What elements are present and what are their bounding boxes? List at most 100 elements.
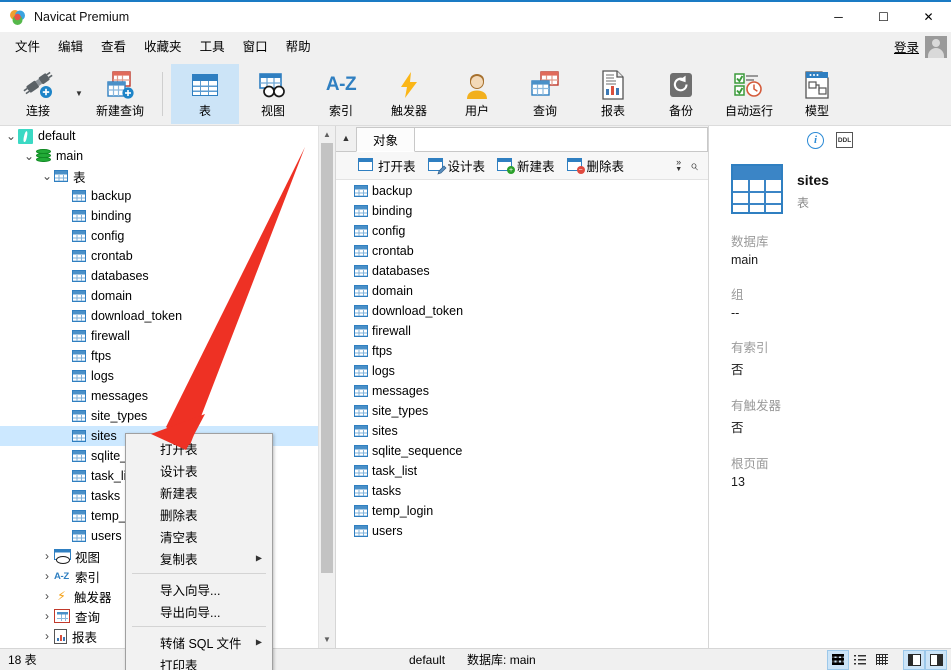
list-item[interactable]: temp_login [336, 501, 708, 521]
chevron-right-icon[interactable]: › [40, 586, 54, 606]
tree-node[interactable]: ⌄ main [0, 146, 318, 166]
scroll-down-arrow[interactable]: ▼ [319, 631, 335, 648]
context-menu-item[interactable]: 复制表 ▶ [126, 547, 272, 569]
list-item[interactable]: backup [336, 181, 708, 201]
toolbar-query[interactable]: 查询 [511, 64, 579, 124]
toolbar-automation[interactable]: 自动运行 [715, 64, 783, 124]
toolbar-view[interactable]: 视图 [239, 64, 307, 124]
list-item[interactable]: sites [336, 421, 708, 441]
tree-node[interactable]: crontab [0, 246, 318, 266]
tree-node[interactable]: download_token [0, 306, 318, 326]
list-item[interactable]: databases [336, 261, 708, 281]
menu-tools[interactable]: 工具 [191, 34, 234, 60]
toolbar-table[interactable]: 表 [171, 63, 239, 124]
minimize-button[interactable]: ─ [816, 2, 861, 32]
tree-node[interactable]: ⌄ 表 [0, 166, 318, 186]
tree-node[interactable]: firewall [0, 326, 318, 346]
login-link[interactable]: 登录 [894, 37, 919, 56]
menu-favorites[interactable]: 收藏夹 [135, 34, 191, 60]
toolbar-trigger[interactable]: 触发器 [375, 64, 443, 124]
detail-view-icon[interactable] [871, 650, 893, 670]
toolbar-user[interactable]: 用户 [443, 64, 511, 124]
connection-dropdown-caret[interactable]: ▼ [72, 64, 86, 124]
ddl-icon[interactable]: DDL [836, 132, 853, 148]
context-menu-item[interactable]: 设计表 [126, 459, 272, 481]
chevron-double-right-icon[interactable]: » ▼ [675, 157, 682, 173]
list-item[interactable]: download_token [336, 301, 708, 321]
tree-node[interactable]: domain [0, 286, 318, 306]
chevron-right-icon[interactable]: › [40, 606, 54, 626]
list-item[interactable]: sqlite_sequence [336, 441, 708, 461]
chevron-right-icon[interactable]: › [40, 546, 54, 566]
open-table-button[interactable]: 打开表 [354, 154, 420, 177]
tree-node[interactable]: ⌄ default [0, 126, 318, 146]
list-item[interactable]: users [336, 521, 708, 541]
tree-node[interactable]: databases [0, 266, 318, 286]
toolbar-backup[interactable]: 备份 [647, 64, 715, 124]
right-pane-toggle-icon[interactable] [925, 649, 947, 670]
context-menu-item[interactable]: 打开表 [126, 437, 272, 459]
menu-window[interactable]: 窗口 [234, 34, 277, 60]
table-context-menu[interactable]: 打开表 设计表 新建表 删除表 清空表 复制表 ▶ 导入向导... 导出向导... 转储 SQL … [125, 433, 273, 670]
tree-node[interactable]: site_types [0, 406, 318, 426]
avatar[interactable] [925, 35, 947, 58]
grid-view-icon[interactable] [827, 649, 849, 670]
list-item[interactable]: messages [336, 381, 708, 401]
tree-node[interactable]: config [0, 226, 318, 246]
toolbar-index[interactable]: A-Z 索引 [307, 64, 375, 124]
tab-objects[interactable]: 对象 [356, 127, 416, 152]
list-item[interactable]: crontab [336, 241, 708, 261]
list-item[interactable]: site_types [336, 401, 708, 421]
context-menu-item[interactable]: 新建表 [126, 481, 272, 503]
chevron-up-icon[interactable]: ▲ [336, 125, 356, 151]
toolbar-connection[interactable]: 连接 [4, 64, 72, 124]
menu-edit[interactable]: 编辑 [49, 34, 92, 60]
design-table-button[interactable]: 设计表 [424, 154, 490, 177]
context-menu-item[interactable]: 转储 SQL 文件 ▶ [126, 631, 272, 653]
tree-node[interactable]: backup [0, 186, 318, 206]
info-pane: i DDL sites 表 数据库 main 组 -- 有索引否有触发器否根页面 13 [709, 126, 951, 648]
list-item[interactable]: domain [336, 281, 708, 301]
list-item[interactable]: binding [336, 201, 708, 221]
close-button[interactable]: ✕ [906, 2, 951, 32]
tree-node[interactable]: ftps [0, 346, 318, 366]
list-item[interactable]: task_list [336, 461, 708, 481]
menu-view[interactable]: 查看 [92, 34, 135, 60]
list-item[interactable]: config [336, 221, 708, 241]
info-field-label: 数据库 [731, 235, 769, 249]
chevron-down-icon[interactable]: ⌄ [4, 130, 18, 142]
maximize-button[interactable]: ☐ [861, 2, 906, 32]
context-menu-item[interactable]: 删除表 [126, 503, 272, 525]
chevron-down-icon[interactable]: ⌄ [40, 170, 54, 182]
context-menu-item[interactable]: 清空表 [126, 525, 272, 547]
list-item[interactable]: logs [336, 361, 708, 381]
left-pane-toggle-icon[interactable] [903, 649, 925, 670]
new-table-button[interactable]: + 新建表 [493, 154, 559, 177]
context-menu-item[interactable]: 打印表 [126, 653, 272, 670]
list-view-icon[interactable] [849, 650, 871, 670]
chevron-down-icon[interactable]: ⌄ [22, 150, 36, 162]
chevron-right-icon[interactable]: › [40, 566, 54, 586]
tree-node[interactable]: logs [0, 366, 318, 386]
search-icon[interactable]: ⌕ [690, 157, 698, 174]
tree-node[interactable]: messages [0, 386, 318, 406]
context-menu-item[interactable]: 导出向导... [126, 600, 272, 622]
delete-table-button[interactable]: − 删除表 [563, 154, 629, 177]
list-item[interactable]: ftps [336, 341, 708, 361]
tree-vertical-scrollbar[interactable]: ▲ ▼ [318, 126, 335, 648]
toolbar-model[interactable]: 模型 [783, 64, 851, 124]
menu-help[interactable]: 帮助 [277, 34, 320, 60]
chevron-right-icon[interactable]: › [40, 626, 54, 646]
toolbar-report[interactable]: 报表 [579, 64, 647, 124]
context-menu-item[interactable]: 导入向导... [126, 578, 272, 600]
toolbar-new-query[interactable]: 新建查询 [86, 64, 154, 124]
table-icon [72, 490, 86, 502]
menu-file[interactable]: 文件 [6, 34, 49, 60]
scroll-up-arrow[interactable]: ▲ [319, 126, 335, 143]
info-icon[interactable]: i [807, 131, 824, 149]
list-item[interactable]: tasks [336, 481, 708, 501]
object-list[interactable]: backup binding config crontab databases domai… [336, 180, 708, 648]
tree-node[interactable]: binding [0, 206, 318, 226]
scroll-thumb[interactable] [321, 143, 333, 573]
list-item[interactable]: firewall [336, 321, 708, 341]
